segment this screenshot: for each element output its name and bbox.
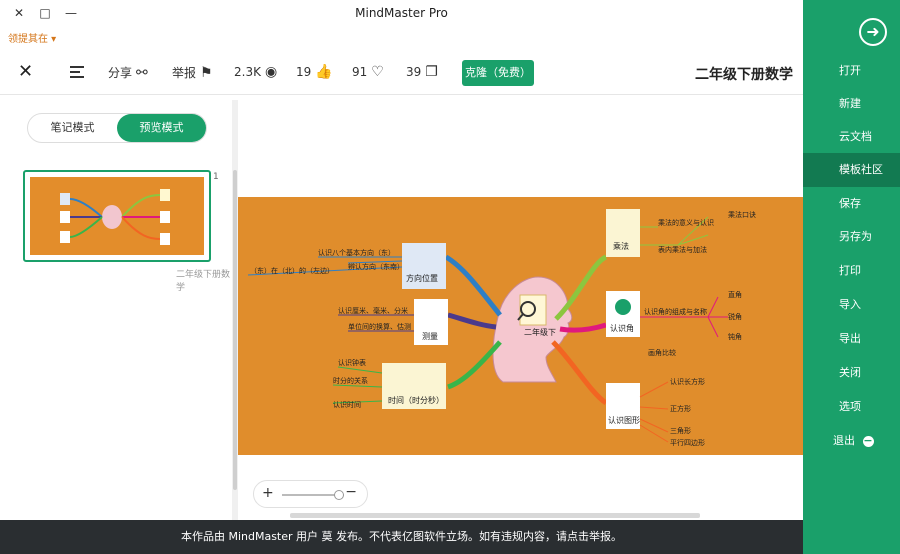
arrow-right-circle-icon[interactable]: ➜ — [859, 18, 887, 46]
mindmap-canvas[interactable]: 二年级下 乘法 认识角 认识图形 方向位置 测量 时间（时分秒） 乘法的意义与认… — [238, 95, 803, 520]
views-count: 2.3K — [234, 65, 261, 79]
clone-button[interactable]: 克隆（免费） — [462, 60, 534, 86]
views-counter: 2.3K ◉ — [234, 64, 277, 80]
svg-text:认识时间: 认识时间 — [333, 400, 361, 409]
maximize-window-icon[interactable]: □ — [38, 6, 52, 20]
svg-text:认识钟表: 认识钟表 — [338, 358, 366, 367]
svg-text:三角形: 三角形 — [670, 426, 691, 435]
file-sidebar: ➜ 打开 新建 云文档 模板社区 保存 另存为 打印 导入 导出 关闭 选项 退… — [803, 0, 900, 554]
heart-icon: ♡ — [371, 64, 384, 80]
likes-count: 19 — [296, 65, 312, 79]
svg-text:认识厘米、毫米、分米: 认识厘米、毫米、分米 — [338, 306, 408, 315]
share-icon: ⚯ — [136, 64, 148, 81]
promo-link[interactable]: 领提其在 ▾ — [8, 30, 56, 45]
svg-text:辨认方向（东南）: 辨认方向（东南） — [348, 262, 404, 271]
sidebar-item-print[interactable]: 打印 — [803, 254, 900, 288]
window-controls: ✕ □ — — [0, 0, 803, 26]
svg-text:平行四边形: 平行四边形 — [670, 438, 705, 447]
clones-counter[interactable]: 39 ❐ — [406, 64, 438, 80]
exit-icon: − — [862, 434, 874, 447]
sidebar-item-open[interactable]: 打开 — [803, 54, 900, 88]
svg-text:（东）在（北）的（左边）: （东）在（北）的（左边） — [250, 266, 334, 275]
thumbnail-mindmap — [60, 189, 170, 245]
thumbnail-label: 二年级下册数学 — [176, 270, 231, 293]
svg-text:乘法: 乘法 — [613, 241, 629, 251]
central-book — [519, 294, 547, 326]
svg-text:时间（时分秒）: 时间（时分秒） — [388, 395, 444, 405]
sidebar-item-export[interactable]: 导出 — [803, 322, 900, 356]
tab-notes-mode[interactable]: 笔记模式 — [28, 114, 117, 142]
svg-text:认识角: 认识角 — [610, 323, 634, 333]
favorite-button[interactable]: 91 ♡ — [352, 64, 384, 80]
mode-tabs: 笔记模式 预览模式 — [27, 113, 207, 143]
svg-text:认识八个基本方向（东）: 认识八个基本方向（东） — [318, 248, 395, 257]
page-number: 1 — [213, 172, 219, 182]
minimize-window-icon[interactable]: — — [64, 6, 78, 20]
main-content: ✕ □ — MindMaster Pro 领提其在 ▾ ✕ 分享 ⚯ 举报 ⚑ … — [0, 0, 803, 554]
svg-text:画角比较: 画角比较 — [648, 348, 676, 357]
share-label: 分享 — [108, 66, 133, 80]
sidebar-item-cloud[interactable]: 云文档 — [803, 120, 900, 154]
favorites-count: 91 — [352, 65, 368, 79]
page-thumbnail[interactable] — [23, 170, 211, 262]
menu-icon[interactable] — [70, 66, 84, 78]
central-topic[interactable]: 二年级下 — [524, 327, 556, 337]
mindmap-svg: 二年级下 乘法 认识角 认识图形 方向位置 测量 时间（时分秒） 乘法的意义与认… — [247, 209, 756, 447]
svg-text:乘法的意义与认识: 乘法的意义与认识 — [658, 218, 714, 227]
svg-text:钝角: 钝角 — [728, 332, 742, 341]
tab-preview-mode[interactable]: 预览模式 — [117, 114, 206, 142]
zoom-out-button[interactable]: − — [345, 484, 357, 500]
sidebar-item-template-community[interactable]: 模板社区 — [803, 153, 900, 187]
report-label: 举报 — [172, 66, 197, 80]
sidebar-item-save-as[interactable]: 另存为 — [803, 220, 900, 254]
thumbnail-preview — [30, 177, 204, 255]
exit-label: 退出 — [833, 434, 855, 447]
mindmap-diagram: 二年级下 乘法 认识角 认识图形 方向位置 测量 时间（时分秒） 乘法的意义与认… — [238, 197, 803, 455]
share-button[interactable]: 分享 ⚯ — [108, 64, 148, 81]
app-window: ✕ □ — MindMaster Pro 领提其在 ▾ ✕ 分享 ⚯ 举报 ⚑ … — [0, 0, 900, 554]
sidebar-item-options[interactable]: 选项 — [803, 390, 900, 424]
svg-text:正方形: 正方形 — [670, 404, 691, 413]
close-icon[interactable]: ✕ — [18, 63, 34, 81]
svg-text:测量: 测量 — [422, 332, 438, 341]
flag-icon: ⚑ — [200, 64, 213, 81]
eye-icon: ◉ — [264, 64, 278, 80]
sidebar-item-import[interactable]: 导入 — [803, 288, 900, 322]
svg-text:认识角的组成与名称: 认识角的组成与名称 — [644, 307, 707, 316]
horizontal-scrollbar[interactable] — [290, 513, 700, 518]
sidebar-item-exit[interactable]: 退出 − — [803, 424, 900, 458]
document-title: 二年级下册数学 — [695, 67, 793, 83]
thumbs-up-icon: 👍 — [315, 64, 333, 80]
svg-text:认识长方形: 认识长方形 — [670, 377, 705, 386]
sidebar-item-new[interactable]: 新建 — [803, 87, 900, 121]
svg-text:锐角: 锐角 — [728, 312, 742, 321]
footer-notice: 本作品由 MindMaster 用户 莫 发布。不代表亿图软件立场。如有违规内容… — [0, 520, 803, 554]
copy-icon: ❐ — [425, 64, 438, 80]
vertical-scrollbar-thumb[interactable] — [233, 170, 237, 490]
clones-count: 39 — [406, 65, 422, 79]
svg-text:认识图形: 认识图形 — [608, 415, 640, 425]
svg-text:乘法口诀: 乘法口诀 — [728, 210, 756, 219]
sidebar-item-close[interactable]: 关闭 — [803, 356, 900, 390]
svg-text:时分的关系: 时分的关系 — [333, 376, 368, 385]
close-window-icon[interactable]: ✕ — [12, 6, 26, 20]
sidebar-item-save[interactable]: 保存 — [803, 187, 900, 221]
svg-text:表内乘法与加法: 表内乘法与加法 — [658, 245, 707, 254]
left-panel: 笔记模式 预览模式 1 二年级下册数学 — [0, 95, 232, 520]
zoom-in-button[interactable]: + — [262, 485, 274, 501]
report-button[interactable]: 举报 ⚑ — [172, 64, 213, 81]
svg-text:单位间的换算、估测: 单位间的换算、估测 — [348, 322, 411, 331]
toolbar: ✕ 分享 ⚯ 举报 ⚑ 2.3K ◉ 19 👍 91 ♡ 39 ❐ 克隆（免费）… — [0, 52, 803, 94]
zoom-control: + − — [253, 480, 368, 508]
svg-text:直角: 直角 — [728, 290, 742, 299]
zoom-slider-knob[interactable] — [334, 490, 344, 500]
like-button[interactable]: 19 👍 — [296, 64, 333, 80]
svg-text:方向位置: 方向位置 — [406, 273, 438, 283]
